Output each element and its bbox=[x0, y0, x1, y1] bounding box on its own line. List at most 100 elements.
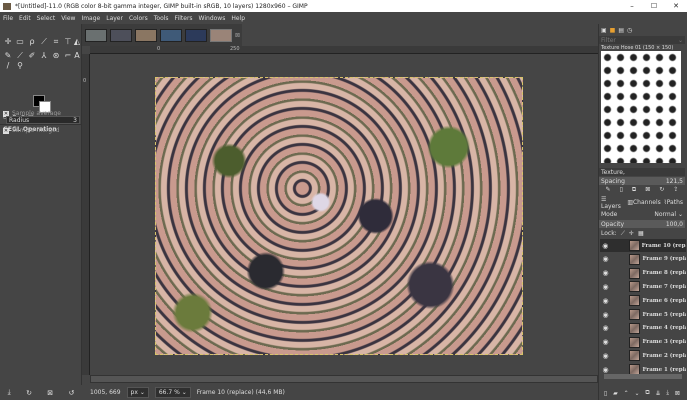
patterns-tab-icon[interactable]: ■ bbox=[610, 27, 616, 34]
layer-row[interactable]: ◉ Frame 5 (replace) bbox=[600, 308, 686, 321]
bucket-fill-tool-icon[interactable]: ◭ bbox=[72, 37, 82, 47]
new-group-icon[interactable]: ▰ bbox=[613, 390, 618, 397]
visibility-eye-icon[interactable]: ◉ bbox=[600, 255, 611, 263]
horizontal-scrollbar[interactable] bbox=[90, 375, 598, 383]
menu-edit[interactable]: Edit bbox=[19, 15, 31, 22]
close-button[interactable]: ✕ bbox=[665, 2, 687, 10]
visibility-eye-icon[interactable]: ◉ bbox=[600, 324, 611, 332]
airbrush-tool-icon[interactable]: ✐ bbox=[27, 51, 37, 61]
image-tab[interactable] bbox=[135, 28, 157, 42]
unit-value: px bbox=[130, 389, 138, 396]
layer-row[interactable]: ◉ Frame 6 (replace) bbox=[600, 294, 686, 307]
lock-pixels-icon[interactable]: ⟋ bbox=[621, 230, 625, 238]
delete-layer-icon[interactable]: ⊠ bbox=[675, 390, 680, 397]
brush-filter-input[interactable]: Filter ⌄ bbox=[599, 36, 685, 44]
lasso-tool-icon[interactable]: ρ bbox=[27, 37, 37, 47]
menu-layer[interactable]: Layer bbox=[106, 15, 123, 22]
brush-tag-input[interactable]: Texture, bbox=[599, 168, 685, 176]
image-tab[interactable] bbox=[85, 28, 107, 42]
visibility-eye-icon[interactable]: ◉ bbox=[600, 366, 611, 374]
radius-spinner[interactable]: Radius 3 bbox=[6, 116, 80, 124]
tab-channels[interactable]: ▥Channels bbox=[627, 199, 660, 206]
image-tabs: ⊠ bbox=[82, 24, 242, 46]
eraser-tool-icon[interactable]: ⟋ bbox=[15, 51, 25, 61]
layer-row[interactable]: ◉ Frame 8 (replace) bbox=[600, 267, 686, 280]
menu-select[interactable]: Select bbox=[37, 15, 56, 22]
edit-brush-icon[interactable]: ✎ bbox=[606, 186, 611, 193]
menu-help[interactable]: Help bbox=[231, 15, 245, 22]
spacing-slider[interactable]: Spacing 121,5 bbox=[599, 177, 685, 185]
raise-layer-icon[interactable]: ⌃ bbox=[624, 390, 629, 397]
menu-file[interactable]: File bbox=[3, 15, 13, 22]
smudge-tool-icon[interactable]: ⊛ bbox=[51, 51, 61, 61]
rect-select-tool-icon[interactable]: ▭ bbox=[15, 37, 25, 47]
lower-layer-icon[interactable]: ⌄ bbox=[634, 390, 639, 397]
maximize-button[interactable]: ☐ bbox=[643, 2, 665, 10]
fonts-tab-icon[interactable]: ▤ bbox=[618, 27, 624, 34]
reset-options-icon[interactable]: ↺ bbox=[68, 389, 74, 397]
document-history-tab-icon[interactable]: ◷ bbox=[627, 27, 632, 34]
horizontal-ruler[interactable]: 0 250 bbox=[90, 46, 598, 54]
tab-layers[interactable]: ☰ Layers bbox=[601, 196, 624, 210]
radius-value[interactable]: 3 bbox=[73, 117, 77, 124]
duplicate-brush-icon[interactable]: ⧉ bbox=[632, 186, 636, 194]
vertical-ruler[interactable]: 0 bbox=[82, 54, 90, 375]
opacity-slider[interactable]: Opacity 100,0 bbox=[599, 220, 685, 228]
brush-grid[interactable] bbox=[601, 51, 681, 163]
visibility-eye-icon[interactable]: ◉ bbox=[600, 283, 611, 291]
delete-brush-icon[interactable]: ⊠ bbox=[645, 186, 650, 193]
color-picker-tool-icon[interactable]: / bbox=[3, 61, 13, 71]
image-tab-active[interactable] bbox=[210, 28, 232, 42]
delete-options-icon[interactable]: ⊠ bbox=[47, 389, 53, 397]
paintbrush-tool-icon[interactable]: ✎ bbox=[3, 51, 13, 61]
new-layer-icon[interactable]: ▯ bbox=[604, 390, 607, 397]
mode-select[interactable]: Normal ⌄ bbox=[654, 211, 683, 218]
layers-scrollbar[interactable] bbox=[604, 374, 682, 379]
layer-row[interactable]: ◉ Frame 9 (replace) bbox=[600, 253, 686, 266]
menu-view[interactable]: View bbox=[61, 15, 75, 22]
zoom-select[interactable]: 66.7 % ⌄ bbox=[154, 387, 191, 398]
image-canvas[interactable] bbox=[155, 77, 523, 355]
duplicate-layer-icon[interactable]: ⧉ bbox=[645, 389, 649, 397]
layer-row[interactable]: ◉ Frame 4 (replace) bbox=[600, 322, 686, 335]
menu-colors[interactable]: Colors bbox=[129, 15, 148, 22]
image-tab[interactable] bbox=[185, 28, 207, 42]
layer-row[interactable]: ◉ Frame 7 (replace) bbox=[600, 280, 686, 293]
visibility-eye-icon[interactable]: ◉ bbox=[600, 242, 611, 250]
text-tool-icon[interactable]: A bbox=[72, 51, 82, 61]
menu-windows[interactable]: Windows bbox=[199, 15, 226, 22]
layer-row[interactable]: ◉ Frame 2 (replace) bbox=[600, 349, 686, 362]
close-tab-icon[interactable]: ⊠ bbox=[235, 32, 240, 39]
visibility-eye-icon[interactable]: ◉ bbox=[600, 297, 611, 305]
image-tab[interactable] bbox=[110, 28, 132, 42]
new-brush-icon[interactable]: ▯ bbox=[620, 186, 623, 193]
merge-layer-icon[interactable]: ⤓ bbox=[666, 389, 669, 397]
menu-image[interactable]: Image bbox=[81, 15, 100, 22]
tab-paths[interactable]: ⌇Paths bbox=[664, 199, 683, 206]
unit-select[interactable]: px ⌄ bbox=[126, 387, 149, 398]
restore-options-icon[interactable]: ↻ bbox=[26, 389, 32, 397]
save-options-icon[interactable]: ⤓ bbox=[8, 388, 11, 397]
minimize-button[interactable]: – bbox=[621, 2, 643, 10]
menu-tools[interactable]: Tools bbox=[154, 15, 169, 22]
anchor-layer-icon[interactable]: ⇊ bbox=[656, 390, 661, 397]
brushes-tab-icon[interactable]: ▣ bbox=[601, 27, 607, 34]
visibility-eye-icon[interactable]: ◉ bbox=[600, 352, 611, 360]
fuzzy-select-tool-icon[interactable]: ⟋ bbox=[39, 37, 49, 47]
clone-tool-icon[interactable]: ⅄ bbox=[39, 51, 49, 61]
visibility-eye-icon[interactable]: ◉ bbox=[600, 338, 611, 346]
sample-merged-checkbox[interactable]: ✕ Sample merged bbox=[3, 127, 60, 134]
zoom-tool-icon[interactable]: ⚲ bbox=[15, 61, 25, 71]
layer-row[interactable]: ◉ Frame 3 (replace) bbox=[600, 336, 686, 349]
visibility-eye-icon[interactable]: ◉ bbox=[600, 311, 611, 319]
crop-tool-icon[interactable]: ⌗ bbox=[51, 37, 61, 47]
lock-alpha-icon[interactable]: ▦ bbox=[638, 230, 644, 237]
layer-row[interactable]: ◉ Frame 10 (replace) bbox=[600, 239, 686, 252]
move-tool-icon[interactable]: ✛ bbox=[3, 37, 13, 47]
open-brush-icon[interactable]: ⇪ bbox=[673, 186, 678, 193]
refresh-brushes-icon[interactable]: ↻ bbox=[659, 186, 664, 193]
image-tab[interactable] bbox=[160, 28, 182, 42]
visibility-eye-icon[interactable]: ◉ bbox=[600, 269, 611, 277]
menu-filters[interactable]: Filters bbox=[175, 15, 193, 22]
lock-position-icon[interactable]: ✛ bbox=[629, 230, 634, 237]
